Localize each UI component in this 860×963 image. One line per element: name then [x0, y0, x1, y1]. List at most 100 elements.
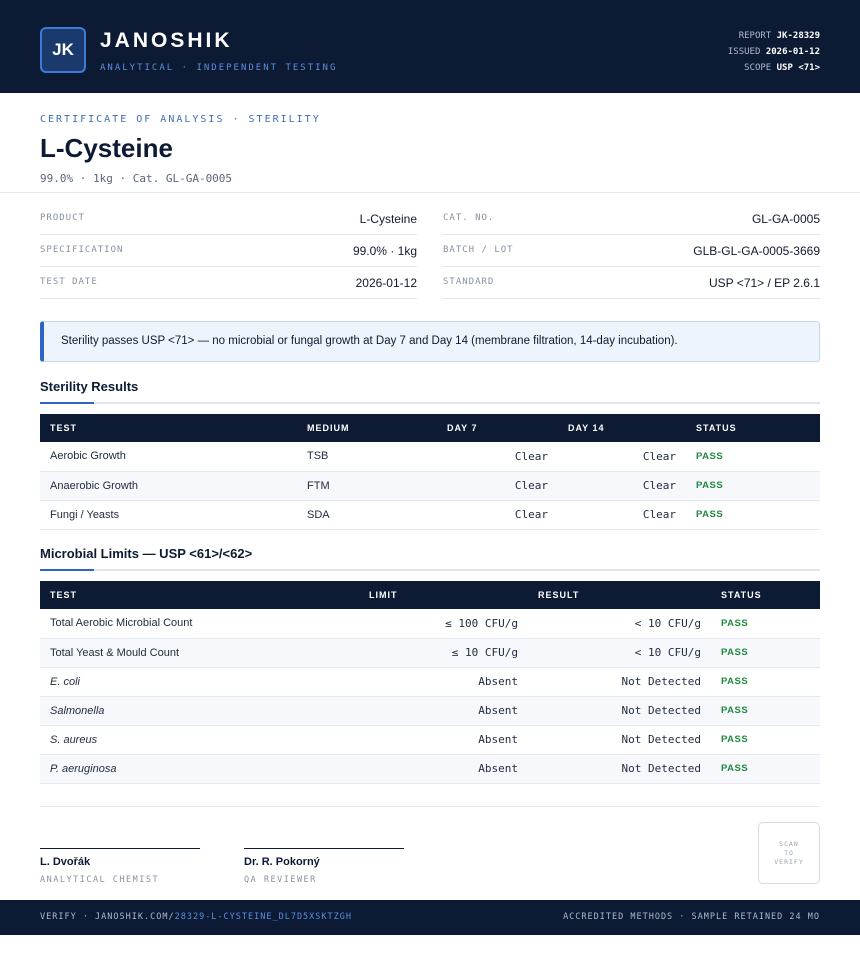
col-header: LIMIT [359, 581, 528, 609]
status-badge: PASS [686, 500, 820, 530]
cell-result: < 10 CFU/g [528, 609, 711, 639]
info-value: GL-GA-0005 [751, 212, 820, 226]
table-row: Aerobic Growth TSB Clear Clear PASS [40, 442, 820, 472]
verify-line: VERIFY · JANOSHIK.COM/28329-L-CYSTEINE_D… [40, 912, 352, 922]
result-callout: Sterility passes USP <71> — no microbial… [40, 321, 820, 362]
qr-text: SCAN [779, 839, 799, 848]
issued-label: ISSUED [727, 47, 761, 57]
footer-note: ACCREDITED METHODS · SAMPLE RETAINED 24 … [563, 912, 820, 922]
cell-result: Not Detected [528, 696, 711, 726]
report-id-value: JK-28329 [776, 31, 820, 41]
cell-result: Not Detected [528, 754, 711, 784]
table-row: Fungi / Yeasts SDA Clear Clear PASS [40, 500, 820, 530]
table-header-row: TEST MEDIUM DAY 7 DAY 14 STATUS [40, 414, 820, 442]
cell-test: Fungi / Yeasts [40, 500, 297, 530]
status-badge: PASS [711, 667, 820, 697]
brand-name: JANOSHIK [100, 29, 233, 52]
document-kicker: CERTIFICATE OF ANALYSIS · STERILITY [40, 114, 321, 125]
col-header: STATUS [711, 581, 820, 609]
status-badge: PASS [711, 754, 820, 784]
cell-day7: Clear [437, 471, 558, 501]
info-value: 2026-01-12 [355, 276, 417, 290]
col-header: TEST [40, 414, 297, 442]
scope-value: USP <71> [776, 63, 820, 73]
signature-analytical-chemist: L. Dvořák ANALYTICAL CHEMIST [40, 848, 200, 885]
table-row: E. coli Absent Not Detected PASS [40, 667, 820, 697]
table-row: Total Yeast & Mould Count ≤ 10 CFU/g < 1… [40, 638, 820, 668]
cell-test: Anaerobic Growth [40, 471, 297, 501]
report-header: JK JANOSHIK ANALYTICAL · INDEPENDENT TES… [0, 0, 860, 93]
signature-qa-reviewer: Dr. R. Pokorný QA REVIEWER [244, 848, 404, 885]
cell-test: P. aeruginosa [40, 754, 359, 784]
col-header: RESULT [528, 581, 711, 609]
cell-test: Aerobic Growth [40, 442, 297, 472]
callout-text: Sterility passes USP <71> — no microbial… [61, 335, 678, 347]
document-title: L-Cysteine [40, 133, 173, 163]
verify-qr-placeholder[interactable]: SCAN TO VERIFY [758, 822, 820, 884]
logo-badge: JK [40, 27, 86, 73]
cell-limit: ≤ 100 CFU/g [359, 609, 528, 639]
col-header: TEST [40, 581, 359, 609]
cell-medium: FTM [297, 471, 437, 501]
cell-result: Not Detected [528, 667, 711, 697]
info-label: CAT. NO. [443, 213, 495, 223]
status-badge: PASS [711, 725, 820, 755]
signatory-name: L. Dvořák [40, 856, 91, 868]
cell-test: Salmonella [40, 696, 359, 726]
cell-day14: Clear [558, 442, 686, 472]
section-sterility: Sterility Results [40, 379, 820, 404]
sterility-table: TEST MEDIUM DAY 7 DAY 14 STATUS Aerobic … [40, 414, 820, 530]
scope-label: SCOPE [744, 63, 772, 73]
table-row: S. aureus Absent Not Detected PASS [40, 725, 820, 755]
table-row: P. aeruginosa Absent Not Detected PASS [40, 754, 820, 784]
table-row: Anaerobic Growth FTM Clear Clear PASS [40, 471, 820, 501]
cell-result: Not Detected [528, 725, 711, 755]
verify-prefix: VERIFY · JANOSHIK.COM/ [40, 912, 175, 922]
status-badge: PASS [686, 442, 820, 472]
section-title: Microbial Limits — USP <61>/<62> [40, 546, 253, 561]
cell-medium: TSB [297, 442, 437, 472]
info-value: USP <71> / EP 2.6.1 [709, 276, 820, 290]
issued-row: ISSUED 2026-01-12 [728, 44, 820, 60]
info-label: STANDARD [443, 277, 495, 287]
info-label: TEST DATE [40, 277, 98, 287]
issued-value: 2026-01-12 [765, 47, 820, 57]
report-id-label: REPORT [738, 31, 772, 41]
col-header: DAY 7 [437, 414, 558, 442]
qr-text: VERIFY [774, 857, 804, 866]
info-cat-no: CAT. NO. GL-GA-0005 [443, 203, 820, 235]
table-header-row: TEST LIMIT RESULT STATUS [40, 581, 820, 609]
col-header: MEDIUM [297, 414, 437, 442]
info-value: L-Cysteine [359, 212, 417, 226]
status-badge: PASS [711, 638, 820, 668]
col-header: DAY 14 [558, 414, 686, 442]
info-standard: STANDARD USP <71> / EP 2.6.1 [443, 267, 820, 299]
cell-test: Total Aerobic Microbial Count [40, 609, 359, 639]
status-badge: PASS [711, 609, 820, 639]
cell-day7: Clear [437, 442, 558, 472]
cell-limit: Absent [359, 725, 528, 755]
qr-text: TO [784, 848, 794, 857]
info-label: PRODUCT [40, 213, 85, 223]
cell-test: Total Yeast & Mould Count [40, 638, 359, 668]
cell-test: E. coli [40, 667, 359, 697]
cell-day7: Clear [437, 500, 558, 530]
status-badge: PASS [711, 696, 820, 726]
cell-medium: SDA [297, 500, 437, 530]
section-underline [40, 569, 820, 571]
report-id-row: REPORT JK-28329 [728, 28, 820, 44]
info-label: BATCH / LOT [443, 245, 514, 255]
table-row: Salmonella Absent Not Detected PASS [40, 696, 820, 726]
cell-limit: Absent [359, 696, 528, 726]
info-test-date: TEST DATE 2026-01-12 [40, 267, 417, 299]
info-label: SPECIFICATION [40, 245, 124, 255]
microbial-table: TEST LIMIT RESULT STATUS Total Aerobic M… [40, 581, 820, 784]
signatory-role: QA REVIEWER [244, 875, 317, 885]
divider [0, 192, 860, 193]
status-badge: PASS [686, 471, 820, 501]
verify-link[interactable]: 28329-L-CYSTEINE_DL7D5XSKTZGH [175, 912, 352, 922]
cell-limit: ≤ 10 CFU/g [359, 638, 528, 668]
document-subtitle: 99.0% · 1kg · Cat. GL-GA-0005 [40, 172, 233, 185]
divider [40, 806, 820, 807]
signatory-role: ANALYTICAL CHEMIST [40, 875, 160, 885]
